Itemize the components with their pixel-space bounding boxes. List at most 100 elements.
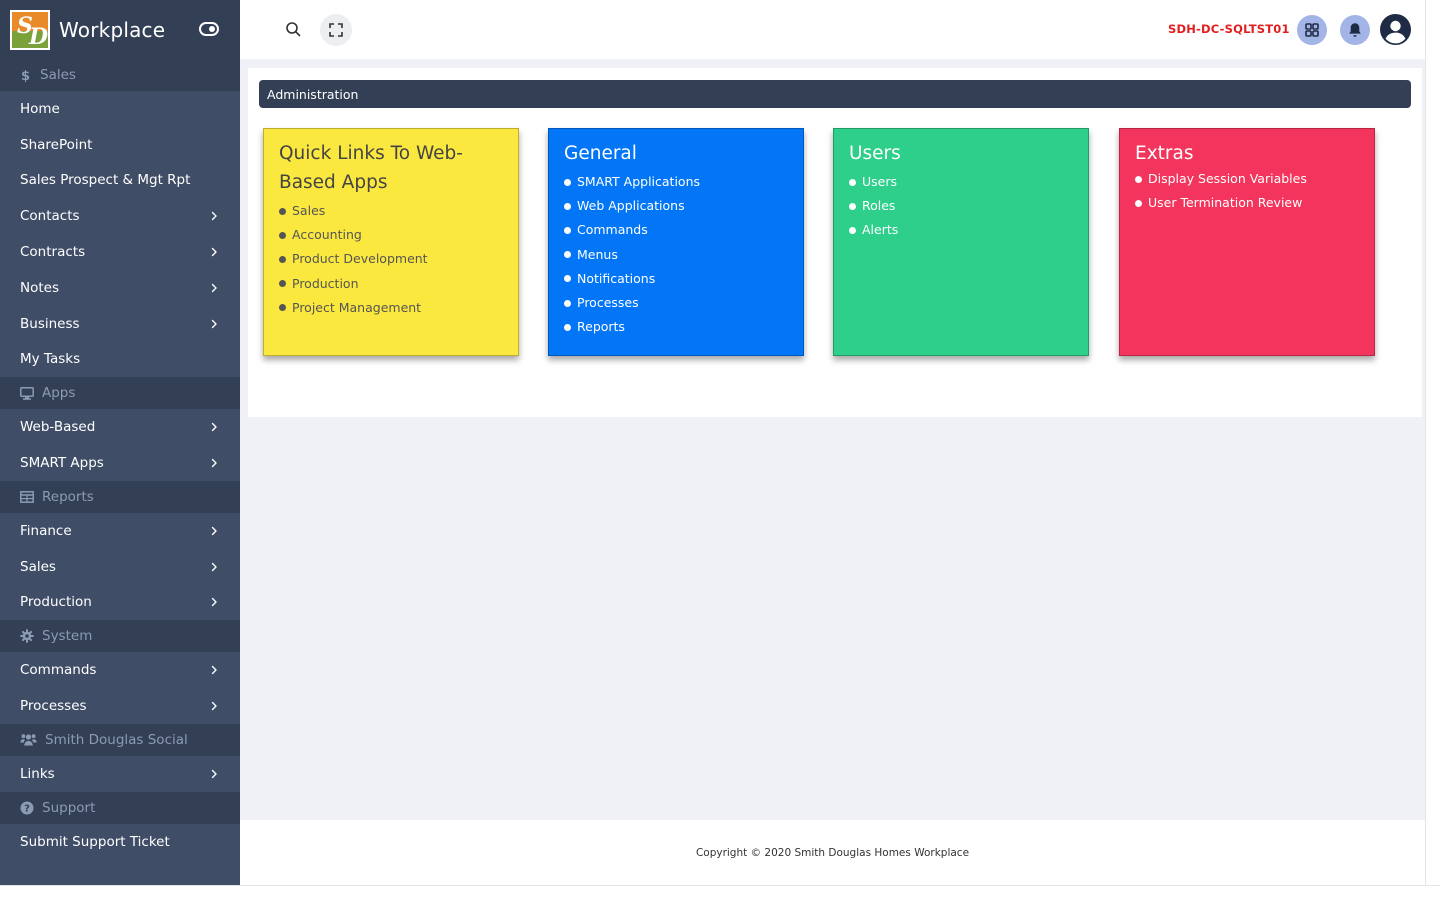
card-link[interactable]: Alerts	[849, 218, 1074, 242]
sidebar-item-smart-apps[interactable]: SMART Apps	[0, 445, 240, 481]
sidebar-item-label: Contacts	[20, 208, 80, 225]
chevron-right-icon	[211, 211, 218, 221]
nav-caption-label: Smith Douglas Social	[45, 731, 188, 748]
sidebar-item-sales[interactable]: Sales	[0, 549, 240, 585]
card-link[interactable]: Production	[279, 272, 504, 296]
sidebar-item-label: Links	[20, 765, 55, 782]
dollar-icon: $	[20, 68, 40, 82]
sidebar-item-label: Business	[20, 315, 80, 332]
sidebar-item-web-based[interactable]: Web-Based	[0, 409, 240, 445]
footer: Copyright © 2020 Smith Douglas Homes Wor…	[240, 820, 1425, 885]
card-link[interactable]: Project Management	[279, 296, 504, 320]
card-link[interactable]: Web Applications	[564, 194, 789, 218]
card-quick-links: Quick Links To Web-Based Apps Sales Acco…	[263, 128, 519, 356]
sidebar-toggle-icon[interactable]	[199, 21, 219, 37]
card-link-list: Display Session Variables User Terminati…	[1135, 167, 1360, 215]
card-link[interactable]: Menus	[564, 243, 789, 267]
company-logo[interactable]: SD	[10, 9, 50, 50]
chevron-right-icon	[211, 562, 218, 572]
sidebar-item-label: Finance	[20, 522, 72, 539]
sidebar-item-sales-prospect-mgt-rpt[interactable]: Sales Prospect & Mgt Rpt	[0, 163, 240, 199]
sidebar-item-label: Notes	[20, 279, 59, 296]
card-title: General	[564, 143, 637, 164]
sidebar-item-business[interactable]: Business	[0, 306, 240, 342]
user-avatar-icon[interactable]	[1380, 14, 1411, 45]
card-title: Users	[849, 143, 901, 164]
chevron-right-icon	[211, 283, 218, 293]
sidebar-item-label: Commands	[20, 662, 97, 679]
chevron-right-icon	[211, 319, 218, 329]
sidebar-item-links[interactable]: Links	[0, 756, 240, 792]
sidebar-item-label: Processes	[20, 698, 87, 715]
card-title: Quick Links To Web-Based Apps	[279, 143, 463, 193]
sidebar-item-home[interactable]: Home	[0, 91, 240, 127]
sidebar-item-label: Home	[20, 100, 60, 117]
card-link[interactable]: Reports	[564, 315, 789, 339]
table-icon	[20, 491, 42, 503]
top-header: SDH-DC-SQLTST01	[240, 0, 1440, 59]
brand-name: Workplace	[59, 17, 166, 42]
horizontal-scrollbar[interactable]	[0, 885, 1440, 900]
sidebar-item-commands[interactable]: Commands	[0, 652, 240, 688]
sidebar-item-sharepoint[interactable]: SharePoint	[0, 127, 240, 163]
sidebar-item-label: SMART Apps	[20, 455, 104, 472]
card-extras: Extras Display Session Variables User Te…	[1119, 128, 1375, 356]
card-link[interactable]: Accounting	[279, 223, 504, 247]
search-icon[interactable]	[284, 20, 302, 38]
chevron-right-icon	[211, 526, 218, 536]
card-users: Users Users Roles Alerts	[833, 128, 1089, 356]
card-link[interactable]: Sales	[279, 199, 504, 223]
card-link-list: Users Roles Alerts	[849, 170, 1074, 243]
brand-header: SD Workplace	[0, 0, 240, 59]
sidebar-item-my-tasks[interactable]: My Tasks	[0, 342, 240, 378]
nav-list: $ Sales Home SharePoint Sales Prospect & Mgt…	[0, 59, 240, 860]
question-icon: ?	[20, 801, 42, 815]
sidebar-item-label: Contracts	[20, 244, 86, 261]
server-name: SDH-DC-SQLTST01	[1168, 22, 1290, 36]
nav-caption-sales: $ Sales	[0, 59, 240, 91]
card-link[interactable]: Notifications	[564, 267, 789, 291]
nav-caption-smith-douglas-social: Smith Douglas Social	[0, 723, 240, 756]
sidebar-item-processes[interactable]: Processes	[0, 688, 240, 724]
sidebar-item-label: Submit Support Ticket	[20, 833, 170, 850]
apps-grid-icon[interactable]	[1297, 15, 1327, 45]
svg-text:$: $	[21, 69, 30, 82]
sidebar-item-label: My Tasks	[20, 351, 81, 368]
chevron-right-icon	[211, 247, 218, 257]
card-link[interactable]: Display Session Variables	[1135, 167, 1360, 191]
card-link-list: Sales Accounting Product Development Pro…	[279, 199, 504, 320]
users-icon	[20, 733, 45, 746]
chevron-right-icon	[211, 665, 218, 675]
nav-caption-label: Reports	[42, 488, 94, 505]
nav-caption-system: System	[0, 620, 240, 653]
card-link[interactable]: Users	[849, 170, 1074, 194]
nav-caption-apps: Apps	[0, 377, 240, 410]
sidebar-item-notes[interactable]: Notes	[0, 270, 240, 306]
svg-text:?: ?	[24, 803, 30, 814]
nav-caption-reports: Reports	[0, 480, 240, 513]
nav-caption-label: Support	[42, 799, 96, 816]
sidebar-item-contacts[interactable]: Contacts	[0, 198, 240, 234]
sidebar-item-production[interactable]: Production	[0, 585, 240, 621]
sidebar-item-contracts[interactable]: Contracts	[0, 234, 240, 270]
bell-icon[interactable]	[1340, 15, 1370, 45]
section-title: Administration	[259, 80, 1411, 108]
card-link[interactable]: Product Development	[279, 247, 504, 271]
fullscreen-icon[interactable]	[320, 14, 352, 46]
card-link-list: SMART Applications Web Applications Comm…	[564, 170, 789, 339]
sidebar-item-label: Sales	[20, 558, 56, 575]
vertical-scrollbar[interactable]	[1425, 0, 1440, 885]
chevron-right-icon	[211, 422, 218, 432]
monitor-icon	[20, 386, 42, 400]
sidebar-item-finance[interactable]: Finance	[0, 513, 240, 549]
gear-icon	[20, 629, 42, 644]
card-link[interactable]: User Termination Review	[1135, 191, 1360, 215]
sidebar-item-submit-support-ticket[interactable]: Submit Support Ticket	[0, 824, 240, 860]
card-link[interactable]: SMART Applications	[564, 170, 789, 194]
sidebar-item-label: Sales Prospect & Mgt Rpt	[20, 172, 191, 189]
card-link[interactable]: Roles	[849, 194, 1074, 218]
nav-caption-label: Sales	[40, 67, 76, 83]
card-link[interactable]: Commands	[564, 218, 789, 242]
sidebar-item-label: SharePoint	[20, 136, 93, 153]
card-link[interactable]: Processes	[564, 291, 789, 315]
